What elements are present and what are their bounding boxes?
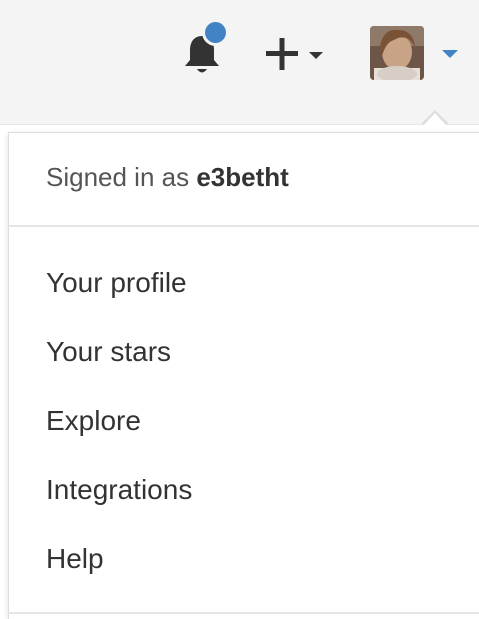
- signed-in-header: Signed in as e3betht: [46, 162, 289, 193]
- menu-item-your-stars[interactable]: Your stars: [46, 335, 171, 369]
- dropdown-pointer-fill: [423, 113, 447, 126]
- user-menu-button[interactable]: [370, 26, 470, 86]
- menu-item-your-profile[interactable]: Your profile: [46, 266, 187, 300]
- chevron-down-icon: [442, 50, 458, 58]
- signed-in-label: Signed in as: [46, 162, 190, 192]
- create-new-button[interactable]: [262, 34, 332, 74]
- page: Signed in as e3betht Your profile Your s…: [0, 0, 479, 619]
- username: e3betht: [196, 162, 289, 192]
- plus-icon: [266, 38, 298, 70]
- divider: [8, 225, 479, 227]
- unread-notification-dot: [205, 22, 226, 43]
- chevron-down-icon: [309, 52, 323, 59]
- menu-item-integrations[interactable]: Integrations: [46, 473, 192, 507]
- header-border: [0, 124, 479, 125]
- menu-item-explore[interactable]: Explore: [46, 404, 141, 438]
- divider: [8, 612, 479, 614]
- menu-item-help[interactable]: Help: [46, 542, 104, 576]
- avatar: [370, 26, 424, 80]
